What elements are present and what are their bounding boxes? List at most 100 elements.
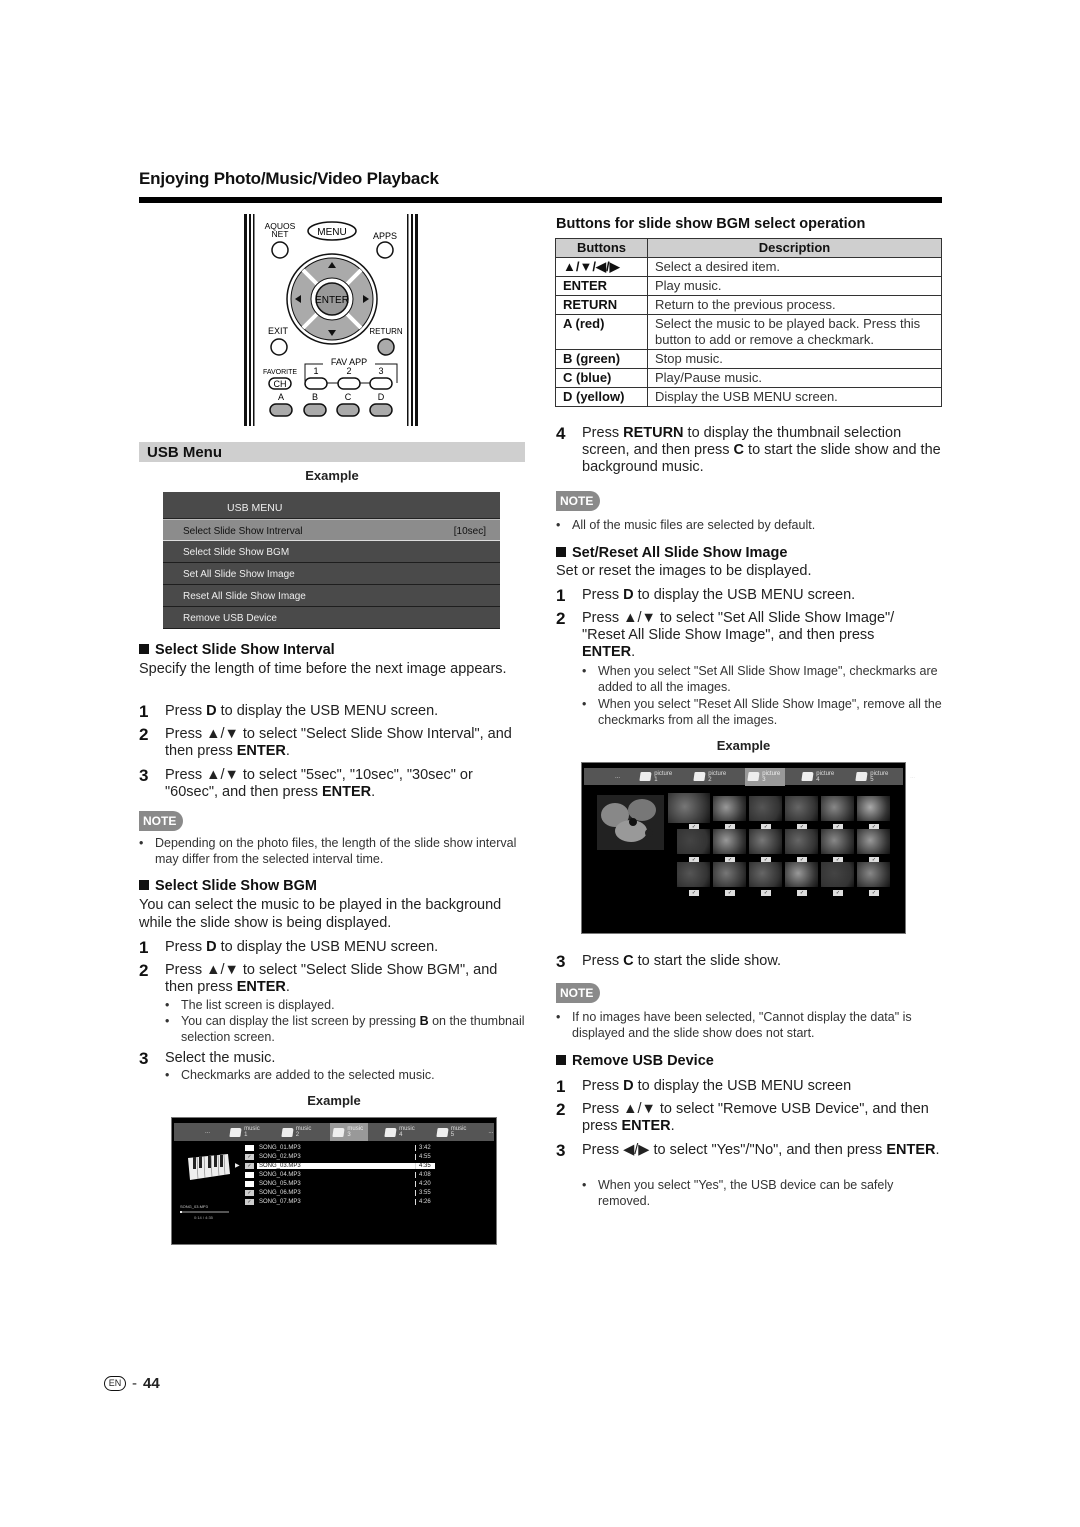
set-reset-note: • If no images have been selected, "Canno…	[556, 1010, 912, 1040]
piano-keyboard-icon	[188, 1154, 230, 1180]
folder-tab[interactable]: music 1	[227, 1123, 265, 1141]
folder-tab[interactable]: picture 1	[637, 768, 677, 786]
checkmark-icon[interactable]: ✓	[869, 890, 879, 896]
button-description: Return to the previous process.	[647, 295, 942, 315]
apps-button[interactable]: APPS	[373, 231, 397, 259]
folder-tab[interactable]: ...	[485, 1123, 496, 1141]
page-number: 44	[143, 1375, 160, 1392]
svg-text:B: B	[312, 392, 318, 402]
photo-thumbnail[interactable]	[821, 862, 854, 887]
square-bullet-icon	[139, 880, 149, 890]
checkbox-empty-icon[interactable]	[245, 1144, 254, 1151]
folder-tab[interactable]: music 4	[382, 1123, 420, 1141]
folder-tab[interactable]: picture 4	[799, 768, 839, 786]
note-badge: NOTE	[556, 983, 600, 1003]
photo-thumbnail[interactable]	[785, 862, 818, 887]
usb-menu-item[interactable]: Reset All Slide Show Image	[163, 585, 500, 607]
song-row[interactable]: SONG_01.MP3 3:42	[245, 1143, 435, 1152]
set-reset-step-3: 3 Press C to start the slide show.	[556, 952, 782, 971]
photo-thumbnail[interactable]	[785, 829, 818, 854]
folder-tab[interactable]: music 3	[330, 1123, 369, 1141]
c-button[interactable]: C	[336, 392, 360, 417]
photo-thumbnail[interactable]	[749, 862, 782, 887]
usb-menu-item[interactable]: Remove USB Device	[163, 607, 500, 629]
folder-tab[interactable]: ...	[612, 768, 623, 786]
photo-thumbnail[interactable]	[677, 829, 710, 854]
svg-text:3: 3	[378, 366, 383, 376]
folder-icon	[384, 1127, 397, 1137]
checkmark-icon[interactable]: ✓	[833, 890, 843, 896]
checkbox-empty-icon[interactable]	[245, 1180, 254, 1187]
fav2-button[interactable]: 2	[337, 366, 361, 390]
photo-thumbnail[interactable]	[857, 796, 890, 821]
checkmark-icon[interactable]: ✓	[761, 890, 771, 896]
interval-intro: Specify the length of time before the ne…	[139, 661, 507, 677]
checkmark-icon[interactable]: ✓	[245, 1189, 254, 1196]
bgm-intro: You can select the music to be played in…	[139, 897, 502, 931]
photo-thumbnail[interactable]	[785, 796, 818, 821]
song-row[interactable]: ✓ SONG_02.MP3 4:55	[245, 1152, 435, 1161]
folder-tab[interactable]: music 5	[434, 1123, 472, 1141]
checkmark-icon[interactable]: ✓	[245, 1153, 254, 1160]
set-reset-intro: Set or reset the images to be displayed.	[556, 563, 812, 579]
photo-thumbnail[interactable]	[749, 829, 782, 854]
folder-tab[interactable]: picture 3	[745, 767, 786, 786]
table-row: ▲/▼/◀/▶ Select a desired item.	[555, 257, 942, 277]
square-bullet-icon	[556, 1055, 566, 1065]
folder-tab[interactable]: picture 5	[853, 768, 893, 786]
folder-icon	[801, 772, 814, 781]
song-row[interactable]: SONG_04.MP3 4:08	[245, 1170, 435, 1179]
photo-thumbnail[interactable]	[749, 796, 782, 821]
fav3-button[interactable]: 3	[369, 366, 393, 390]
photo-thumbnail[interactable]	[821, 829, 854, 854]
checkmark-icon[interactable]: ✓	[797, 890, 807, 896]
return-button[interactable]: RETURN	[369, 327, 403, 356]
b-button[interactable]: B	[303, 392, 327, 417]
menu-button[interactable]: MENU	[307, 221, 357, 241]
bgm-step-2-bullet-1: • The list screen is displayed.	[165, 998, 335, 1012]
folder-tab[interactable]: picture 2	[691, 768, 731, 786]
checkmark-icon[interactable]: ✓	[245, 1162, 254, 1169]
folder-tab[interactable]: ...	[907, 768, 918, 786]
folder-tab[interactable]: ...	[202, 1123, 213, 1141]
table-row: ENTER Play music.	[555, 276, 942, 296]
interval-heading: Select Slide Show Interval	[139, 642, 335, 658]
song-duration: 4:35	[415, 1162, 435, 1169]
ch-button[interactable]: CH	[268, 377, 292, 390]
song-row[interactable]: ✓ SONG_07.MP3 4:26	[245, 1197, 435, 1206]
checkmark-icon[interactable]: ✓	[245, 1198, 254, 1205]
a-button[interactable]: A	[269, 392, 293, 417]
song-duration: 4:08	[415, 1171, 435, 1178]
song-row[interactable]: ✓ SONG_06.MP3 3:55	[245, 1188, 435, 1197]
photo-thumbnail[interactable]	[713, 796, 746, 821]
usb-menu-item[interactable]: Select Slide Show BGM	[163, 541, 500, 563]
example-label: Example	[305, 468, 359, 483]
photo-thumbnail[interactable]	[821, 796, 854, 821]
enter-button[interactable]: ENTER	[315, 282, 349, 316]
folder-tab[interactable]: music 2	[279, 1123, 317, 1141]
photo-thumbnail[interactable]	[677, 862, 710, 887]
usb-menu-item[interactable]: Set All Slide Show Image	[163, 563, 500, 585]
svg-text:RETURN: RETURN	[369, 327, 403, 336]
aquos-net-button[interactable]: AQUOS NET	[265, 221, 296, 259]
photo-thumbnail[interactable]	[857, 862, 890, 887]
photo-thumbnail[interactable]	[713, 862, 746, 887]
photo-thumbnail[interactable]	[857, 829, 890, 854]
checkmark-icon[interactable]: ✓	[689, 890, 699, 896]
exit-button[interactable]: EXIT	[268, 326, 289, 356]
photo-thumbnail[interactable]	[668, 793, 710, 823]
remove-usb-step-1: 1 Press D to display the USB MENU screen	[556, 1077, 852, 1096]
checkbox-empty-icon[interactable]	[245, 1171, 254, 1178]
d-button[interactable]: D	[369, 392, 393, 417]
photo-thumbnail[interactable]	[713, 829, 746, 854]
bgm-step-1: 1 Press D to display the USB MENU screen.	[139, 938, 439, 957]
fav1-button[interactable]: 1	[304, 366, 328, 390]
usb-menu-item[interactable]: Select Slide Show Intrerval [10sec]	[163, 519, 500, 541]
checkmark-icon[interactable]: ✓	[725, 890, 735, 896]
button-description: Play music.	[647, 276, 942, 296]
apps-label: APPS	[373, 231, 397, 241]
song-name: SONG_01.MP3	[259, 1144, 301, 1151]
song-row[interactable]: ▶ ✓ SONG_03.MP3 4:35	[235, 1161, 435, 1170]
remove-usb-heading: Remove USB Device	[556, 1053, 714, 1069]
song-row[interactable]: SONG_05.MP3 4:20	[245, 1179, 435, 1188]
